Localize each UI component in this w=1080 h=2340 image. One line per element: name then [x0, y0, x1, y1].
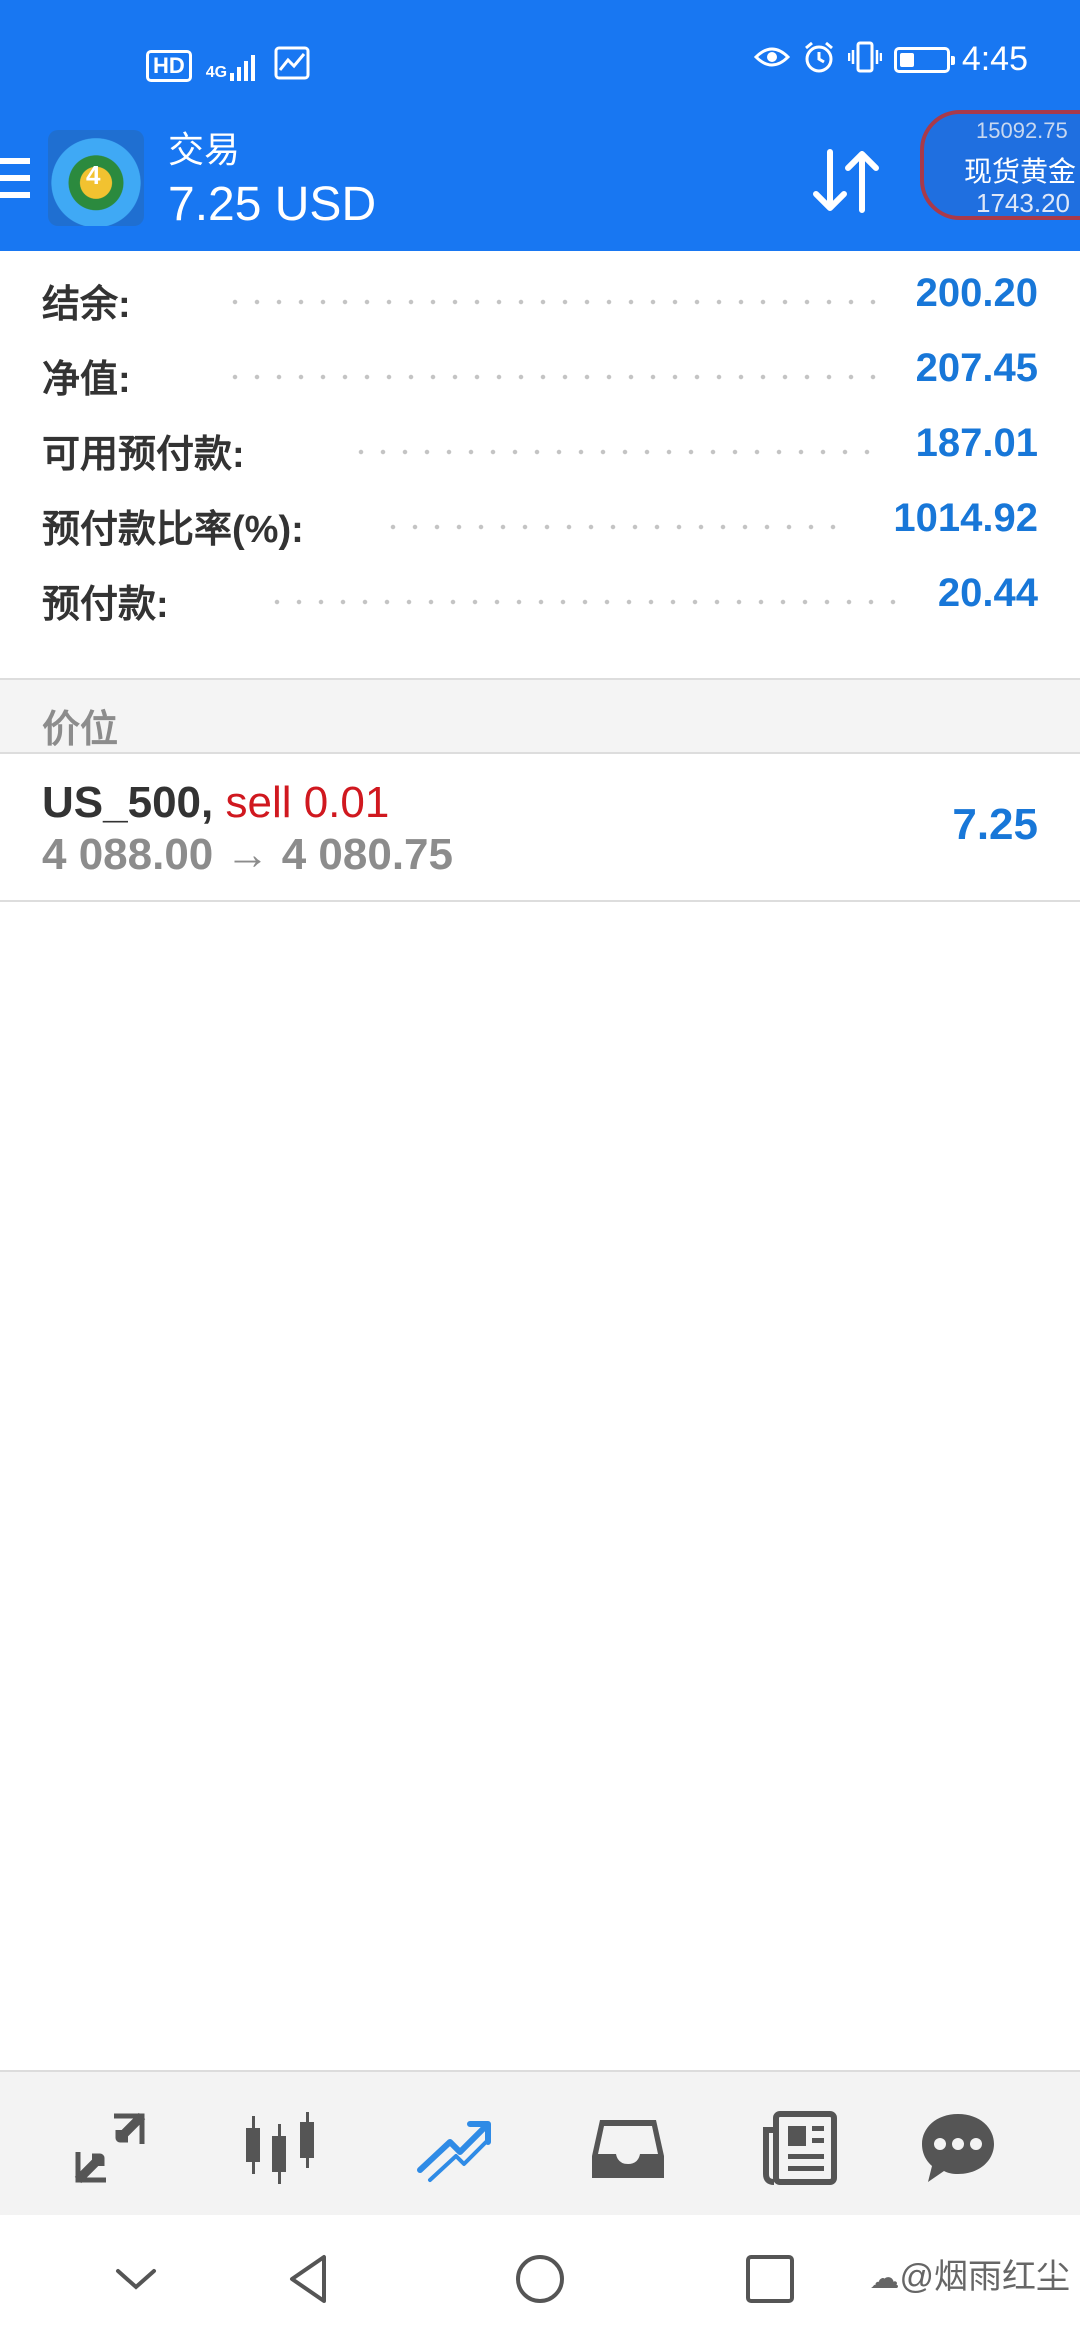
trade-icon[interactable]	[414, 2108, 494, 2188]
battery-icon	[893, 46, 955, 73]
summary-value: 1014.92	[893, 496, 1038, 540]
summary-row-margin: 预付款: 20.44	[0, 551, 1080, 626]
clock: 4:45	[961, 40, 1028, 78]
history-icon[interactable]	[588, 2108, 668, 2188]
app-notification-icon	[274, 46, 310, 85]
summary-row-margin-level: 预付款比率(%): 1014.92	[0, 476, 1080, 551]
sort-icon[interactable]	[808, 146, 884, 216]
summary-label: 预付款:	[42, 584, 169, 626]
position-side: sell 0.01	[225, 778, 390, 827]
dotted-leader	[266, 599, 896, 605]
page-title: 交易	[168, 129, 241, 170]
quotes-icon[interactable]	[70, 2108, 150, 2188]
status-left: HD 4G	[146, 46, 310, 85]
eye-icon	[753, 45, 790, 74]
account-profit: 7.25 USD	[168, 178, 377, 231]
floating-ticker-widget[interactable]: 15092.75 现货黄金 1743.20	[920, 110, 1080, 220]
dotted-leader	[350, 449, 870, 455]
vibrate-icon	[847, 40, 883, 79]
account-summary: 结余: 200.20 净值: 207.45 可用预付款: 187.01 预付款比…	[0, 251, 1080, 626]
ticker-price: 1743.20	[976, 188, 1070, 218]
summary-label: 净值:	[42, 359, 131, 401]
watermark: ☁@烟雨红尘	[869, 2249, 1070, 2298]
summary-value: 200.20	[915, 271, 1038, 315]
position-profit: 7.25	[952, 800, 1038, 849]
summary-label: 可用预付款:	[42, 434, 245, 476]
section-title: 价位	[42, 709, 119, 751]
weibo-icon: ☁	[869, 2262, 900, 2295]
alarm-icon	[802, 40, 836, 79]
chevron-down-icon[interactable]	[110, 2253, 162, 2305]
summary-value: 187.01	[915, 421, 1038, 465]
section-header: 价位	[0, 678, 1080, 754]
menu-icon[interactable]	[0, 158, 30, 208]
dotted-leader	[382, 524, 852, 530]
summary-label: 结余:	[42, 284, 131, 326]
summary-value: 20.44	[937, 571, 1038, 615]
network-label: 4G	[205, 63, 228, 81]
news-icon[interactable]	[760, 2108, 840, 2188]
summary-row-equity: 净值: 207.45	[0, 326, 1080, 401]
app-bar: 4 交易 7.25 USD 15092.75 现货黄金 1743.20	[0, 110, 1080, 251]
position-prices: 4 088.00 → 4 080.75	[42, 830, 453, 879]
dotted-leader	[224, 374, 884, 380]
dotted-leader	[224, 299, 884, 305]
watermark-text: @烟雨红尘	[899, 2258, 1070, 2296]
bottom-nav	[0, 2070, 1080, 2215]
status-right: 4:45	[753, 40, 1028, 79]
back-icon[interactable]	[284, 2253, 336, 2305]
position-title: US_500, sell 0.01	[42, 778, 389, 828]
summary-row-free-margin: 可用预付款: 187.01	[0, 401, 1080, 476]
status-bar: HD 4G 4:45	[0, 0, 1080, 130]
ticker-name: 现货黄金	[964, 156, 1077, 187]
summary-value: 207.45	[915, 346, 1038, 390]
position-symbol: US_500,	[42, 778, 214, 827]
home-icon[interactable]	[514, 2253, 566, 2305]
summary-row-balance: 结余: 200.20	[0, 251, 1080, 326]
signal-icon: 4G	[206, 51, 260, 81]
chart-icon[interactable]	[242, 2108, 322, 2188]
position-row[interactable]: US_500, sell 0.01 4 088.00 → 4 080.75 7.…	[0, 754, 1080, 902]
hd-icon: HD	[146, 49, 192, 82]
app-logo: 4	[48, 130, 144, 226]
system-nav-bar: ☁@烟雨红尘	[0, 2215, 1080, 2340]
chat-icon[interactable]	[918, 2108, 998, 2188]
ticker-top-value: 15092.75	[976, 118, 1068, 143]
summary-label: 预付款比率(%):	[42, 509, 304, 551]
recents-icon[interactable]	[744, 2253, 796, 2305]
